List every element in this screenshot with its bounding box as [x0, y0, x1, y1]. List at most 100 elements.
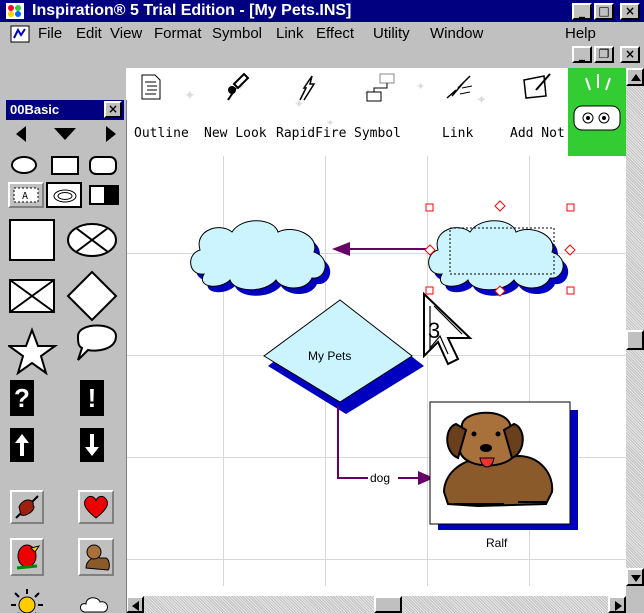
shape-row-1[interactable] [10, 154, 120, 178]
dog-picture-button[interactable] [78, 538, 114, 576]
add-note-tool-button[interactable]: Add Not [506, 68, 568, 156]
toolbar: ✦✦ ✦✦ ✦✦ ✦✦ Outline New Look RapidFire S… [126, 68, 626, 156]
bird-picture-button[interactable] [10, 538, 44, 576]
bird-icon [16, 544, 41, 570]
square-shape-icon [9, 219, 55, 261]
svg-text:✦: ✦ [184, 87, 196, 103]
text-frame-icon: A [13, 187, 39, 203]
down-arrow-sign-icon[interactable] [80, 428, 104, 462]
up-arrow-sign-icon[interactable] [10, 428, 34, 462]
diagram-svg [190, 200, 578, 530]
doc-close-button[interactable]: × [620, 46, 640, 63]
cloud-icon [53, 189, 77, 203]
close-button[interactable]: × [620, 3, 640, 20]
minimize-button[interactable]: _ [572, 3, 592, 20]
diagram-canvas[interactable]: My Pets dog Ralf 3 [126, 156, 626, 586]
arrow-right-icon [615, 601, 622, 611]
cursor-count-badge: 3 [428, 318, 441, 343]
new-look-icon [227, 72, 250, 101]
cloud-shape-button-selected[interactable] [46, 182, 82, 208]
wizard-mascot-button[interactable] [568, 68, 626, 156]
doc-minimize-button[interactable]: _ [572, 46, 592, 63]
pet-picture-symbol[interactable] [429, 401, 578, 530]
menu-utility[interactable]: Utility [373, 25, 410, 42]
menu-format[interactable]: Format [154, 25, 202, 42]
rect-x-shape-icon [9, 279, 55, 313]
link-label-dog: dog [370, 471, 391, 485]
oval-shape-icon [11, 156, 37, 174]
maximize-button[interactable]: □ [594, 3, 614, 20]
heart-picture-button[interactable] [78, 490, 114, 524]
exclaim-sign-icon[interactable]: ! [80, 380, 104, 416]
menu-symbol[interactable]: Symbol [212, 25, 262, 42]
menu-view[interactable]: View [110, 25, 142, 42]
scroll-down-button[interactable] [626, 568, 644, 586]
canvas-bottom-strip [126, 586, 626, 596]
arrow-up-icon [631, 74, 641, 81]
window-title: Inspiration® 5 Trial Edition - [My Pets.… [32, 2, 352, 19]
vertical-scroll-thumb[interactable] [626, 330, 644, 350]
mouse-cursor: 3 [418, 292, 480, 366]
add-note-icon [523, 73, 551, 99]
new-look-tool-button[interactable]: New Look [200, 68, 270, 156]
heart-icon [83, 495, 109, 519]
main-idea-label: My Pets [308, 349, 352, 363]
menu-window[interactable]: Window [430, 25, 483, 42]
leaf-icon [15, 495, 39, 519]
outline-tool-button[interactable]: Outline [130, 68, 189, 156]
star-shape-icon [8, 327, 59, 376]
diamond-shape-icon [66, 270, 118, 322]
menu-help[interactable]: Help [565, 25, 596, 42]
palette-prev-icon [16, 126, 26, 142]
palette-header-space [0, 68, 126, 100]
speech-bubble-shape-icon [76, 324, 118, 361]
rect-shape-icon [51, 156, 79, 175]
menu-link[interactable]: Link [276, 25, 304, 42]
document-icon[interactable] [10, 25, 30, 43]
palette-close-button[interactable]: × [104, 101, 122, 118]
horizontal-scrollbar[interactable] [126, 596, 626, 613]
mascot-icon [573, 74, 621, 131]
menu-effect[interactable]: Effect [316, 25, 354, 42]
doc-restore-button[interactable]: ❐ [594, 46, 614, 63]
symbol-label: Symbol [354, 126, 401, 141]
symbol-tool-button[interactable]: Symbol [350, 68, 412, 156]
rapidfire-icon [299, 75, 316, 101]
half-rect-shape-icon[interactable] [88, 182, 122, 208]
idea-cloud-right-selected[interactable] [428, 220, 569, 296]
question-sign-icon[interactable]: ? [10, 380, 34, 416]
rapidfire-label: RapidFire [276, 126, 347, 141]
text-shape-button[interactable]: A [8, 182, 44, 208]
palette-menu-icon [54, 128, 76, 140]
cloud-picture-icon [79, 597, 108, 613]
small-dog-icon [85, 544, 110, 571]
arrow-down-icon [631, 575, 641, 582]
pet-label: Ralf [486, 536, 508, 550]
rounded-rect-shape-icon [89, 156, 117, 175]
menu-edit[interactable]: Edit [76, 25, 102, 42]
scroll-left-button[interactable] [126, 596, 144, 613]
horizontal-scroll-thumb[interactable] [374, 596, 402, 613]
idea-cloud-left[interactable] [190, 220, 331, 296]
scroll-right-button[interactable] [608, 596, 626, 613]
palette-title-bar[interactable]: 00Basic × [6, 100, 124, 120]
link-cloud-to-cloud[interactable] [332, 242, 428, 256]
outline-label: Outline [134, 126, 189, 141]
sun-picture-button[interactable] [10, 588, 44, 613]
outline-icon [141, 74, 161, 100]
title-bar: Inspiration® 5 Trial Edition - [My Pets.… [0, 0, 644, 22]
menu-file[interactable]: File [38, 25, 62, 42]
svg-text:A: A [22, 191, 28, 202]
vertical-scrollbar[interactable] [626, 68, 644, 586]
palette-title: 00Basic [10, 102, 60, 117]
symbol-palette: 00Basic × A ? ! [0, 100, 127, 613]
symbol-icon [366, 73, 395, 102]
new-look-label: New Look [204, 126, 267, 141]
cloud-picture-button[interactable] [78, 588, 114, 613]
leaf-picture-button[interactable] [10, 490, 44, 524]
link-tool-button[interactable]: Link [432, 68, 488, 156]
scroll-up-button[interactable] [626, 68, 644, 86]
palette-nav-arrows[interactable] [8, 124, 124, 144]
menu-bar: File Edit View Format Symbol Link Effect… [0, 22, 644, 68]
rapidfire-tool-button[interactable]: RapidFire [272, 68, 346, 156]
